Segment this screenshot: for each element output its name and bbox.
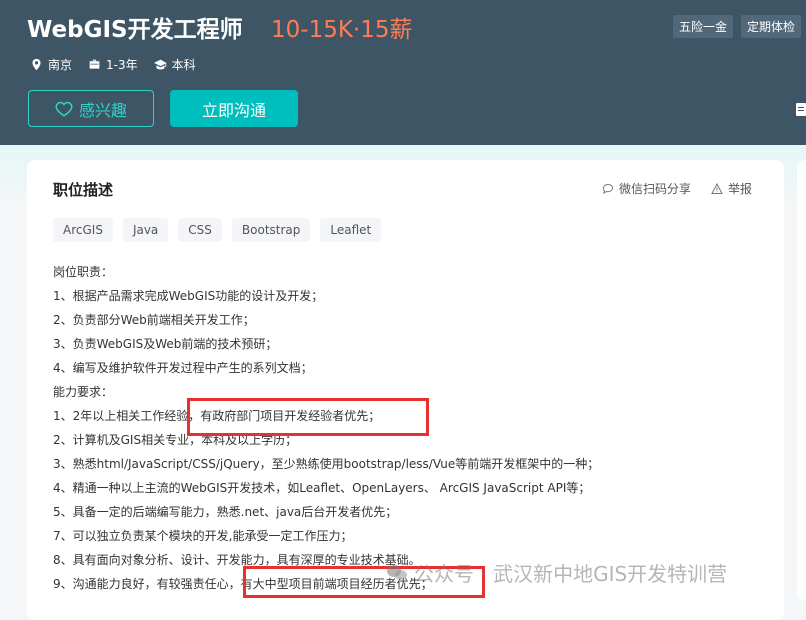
meta-location-text: 南京 <box>48 58 73 72</box>
skill-tags: ArcGIS Java CSS Bootstrap Leaflet <box>53 218 382 242</box>
description-line: 7、可以独立负责某个模块的开发,能承受一定工作压力； <box>53 529 353 543</box>
meta-experience-text: 1-3年 <box>106 58 138 72</box>
interest-button[interactable]: 感兴趣 <box>28 90 154 127</box>
wechat-share-label: 微信扫码分享 <box>619 182 692 196</box>
card-actions: 微信扫码分享 举报 <box>602 180 752 197</box>
watermark: 公众号 · 武汉新中地GIS开发特训营 <box>386 558 727 587</box>
interest-button-label: 感兴趣 <box>78 100 127 120</box>
watermark-text: 公众号 · 武汉新中地GIS开发特训营 <box>414 562 728 586</box>
report-button[interactable]: 举报 <box>711 180 752 197</box>
skill-tag: Bootstrap <box>231 218 311 242</box>
job-meta: 南京 1-3年 本科 <box>30 56 196 73</box>
meta-degree: 本科 <box>153 56 196 73</box>
description-line: 4、编写及维护软件开发过程中产生的系列文档； <box>53 361 313 375</box>
description-line: 1、根据产品需求完成WebGIS功能的设计及开发； <box>53 289 324 303</box>
document-icon[interactable] <box>796 101 806 116</box>
description-line: 岗位职责： <box>53 265 114 279</box>
job-header: WebGIS开发工程师 10-15K·15薪 五险一金 定期体检 南京 1-3年… <box>0 0 806 145</box>
chat-button[interactable]: 立即沟通 <box>170 90 298 127</box>
highlight-box-government <box>187 398 429 436</box>
job-salary: 10-15K·15薪 <box>271 17 413 43</box>
skill-tag: ArcGIS <box>53 218 113 242</box>
description-line: 3、负责WebGIS及Web前端的技术预研； <box>53 337 278 351</box>
location-icon <box>32 58 41 71</box>
description-line: 4、精通一种以上主流的WebGIS开发技术，如Leaflet、OpenLayer… <box>53 481 591 495</box>
benefit-tag: 五险一金 <box>673 15 734 38</box>
warning-icon <box>711 182 723 194</box>
description-line: 3、熟悉html/JavaScript/CSS/jQuery，至少熟练使用boo… <box>53 457 600 471</box>
graduation-cap-icon <box>153 59 166 70</box>
report-label: 举报 <box>728 182 753 196</box>
meta-degree-text: 本科 <box>171 58 196 72</box>
side-panel-edge <box>797 160 806 600</box>
description-line: 5、具备一定的后端编写能力，熟悉.net、java后台开发者优先； <box>53 505 398 519</box>
skill-tag: CSS <box>178 218 222 242</box>
wechat-icon <box>387 564 407 580</box>
description-line: 2、负责部分Web前端相关开发工作； <box>53 313 255 327</box>
skill-tag: Java <box>122 218 169 242</box>
job-title: WebGIS开发工程师 <box>27 17 243 43</box>
wechat-share-button[interactable]: 微信扫码分享 <box>602 180 691 197</box>
meta-location: 南京 <box>30 56 72 73</box>
heart-icon <box>55 101 73 117</box>
skill-tag: Leaflet <box>320 218 382 242</box>
chat-bubble-icon <box>602 183 614 194</box>
benefit-tag: 定期体检 <box>741 15 802 38</box>
card-title: 职位描述 <box>53 181 114 199</box>
chat-button-label: 立即沟通 <box>201 100 266 120</box>
job-description-card: 职位描述 微信扫码分享 举报 ArcGIS Java CSS Bootstrap… <box>27 160 784 620</box>
briefcase-icon <box>89 59 100 69</box>
benefits-list: 五险一金 定期体检 <box>673 15 802 38</box>
meta-experience: 1-3年 <box>88 56 138 73</box>
